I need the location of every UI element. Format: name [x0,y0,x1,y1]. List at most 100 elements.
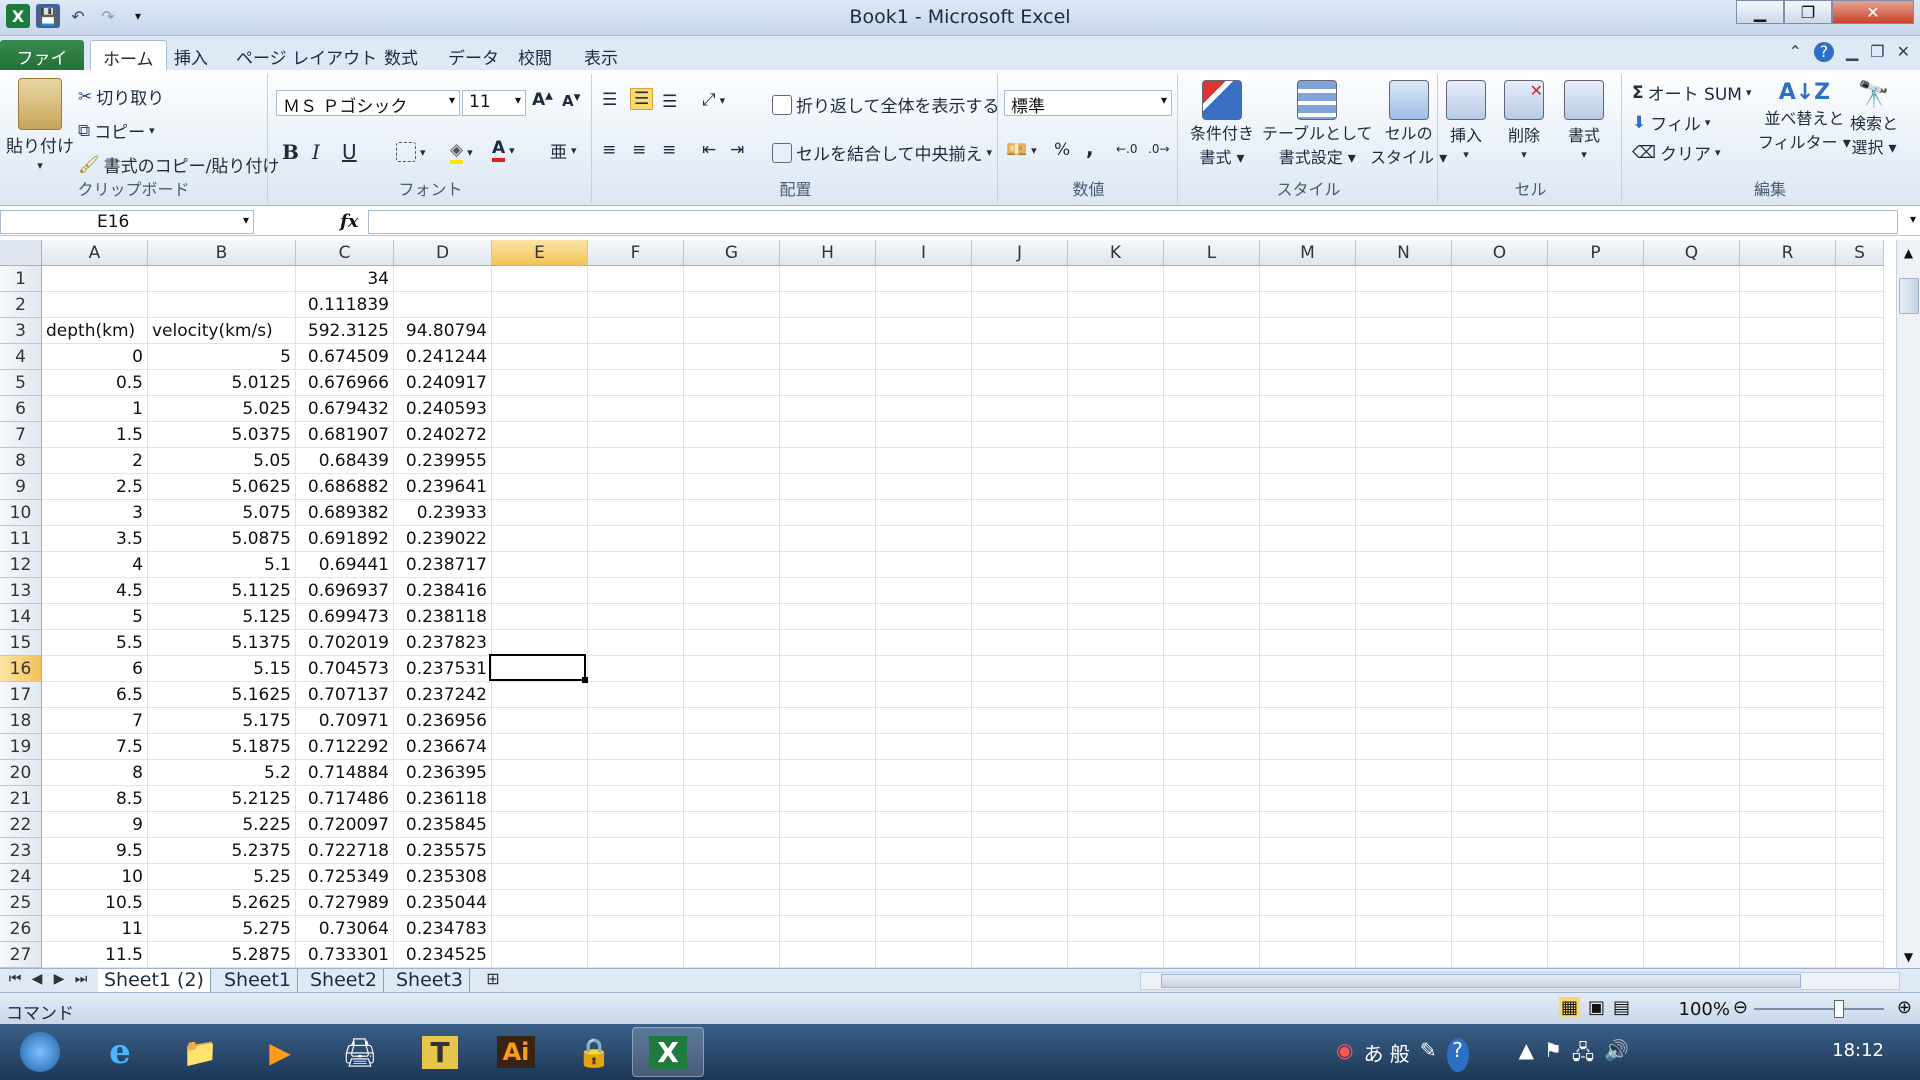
minimize-ribbon-icon[interactable]: ⌃ [1789,42,1802,62]
cell-q8[interactable] [1644,448,1740,474]
cell-d13[interactable]: 0.238416 [394,578,492,604]
cell-l15[interactable] [1164,630,1260,656]
select-all-corner[interactable] [0,240,42,266]
cell-i19[interactable] [876,734,972,760]
cell-d11[interactable]: 0.239022 [394,526,492,552]
cell-o5[interactable] [1452,370,1548,396]
cell-l24[interactable] [1164,864,1260,890]
row-header[interactable]: 9 [0,474,42,500]
cell-r3[interactable] [1740,318,1836,344]
taskbar-security-app[interactable]: 🔒 [558,1027,630,1077]
cell-p11[interactable] [1548,526,1644,552]
cell-h22[interactable] [780,812,876,838]
autosum-button[interactable]: Σ オート SUM ▾ [1632,80,1751,106]
cell-f23[interactable] [588,838,684,864]
cell-c16[interactable]: 0.704573 [296,656,394,682]
cell-h5[interactable] [780,370,876,396]
cell-p7[interactable] [1548,422,1644,448]
cell-o14[interactable] [1452,604,1548,630]
cell-l1[interactable] [1164,266,1260,292]
cell-q19[interactable] [1644,734,1740,760]
cell-o16[interactable] [1452,656,1548,682]
cell-o13[interactable] [1452,578,1548,604]
cell-q17[interactable] [1644,682,1740,708]
font-color-button[interactable]: A ▾ [492,138,515,162]
normal-view-icon[interactable]: ▦ [1558,997,1580,1018]
row-header[interactable]: 27 [0,942,42,968]
tab-home[interactable]: ホーム [90,40,167,70]
cell-l23[interactable] [1164,838,1260,864]
cell-k21[interactable] [1068,786,1164,812]
cell-j6[interactable] [972,396,1068,422]
cell-e15[interactable] [492,630,588,656]
cell-o17[interactable] [1452,682,1548,708]
cell-d21[interactable]: 0.236118 [394,786,492,812]
cell-c8[interactable]: 0.68439 [296,448,394,474]
cell-a23[interactable]: 9.5 [42,838,148,864]
cell-a11[interactable]: 3.5 [42,526,148,552]
cell-m12[interactable] [1260,552,1356,578]
tab-formulas[interactable]: 数式 [372,40,430,70]
cell-g16[interactable] [684,656,780,682]
cell-g23[interactable] [684,838,780,864]
wrap-text-button[interactable]: 折り返して全体を表示する [772,92,1000,117]
cell-a7[interactable]: 1.5 [42,422,148,448]
cell-b19[interactable]: 5.1875 [148,734,296,760]
cell-e22[interactable] [492,812,588,838]
cell-l26[interactable] [1164,916,1260,942]
cell-r7[interactable] [1740,422,1836,448]
cell-o4[interactable] [1452,344,1548,370]
row-header[interactable]: 22 [0,812,42,838]
cell-r26[interactable] [1740,916,1836,942]
cell-m19[interactable] [1260,734,1356,760]
cell-b2[interactable] [148,292,296,318]
cell-j27[interactable] [972,942,1068,968]
cell-k19[interactable] [1068,734,1164,760]
format-as-table-button[interactable]: テーブルとして 書式設定 ▾ [1262,80,1373,168]
cell-o19[interactable] [1452,734,1548,760]
cell-g2[interactable] [684,292,780,318]
cell-l7[interactable] [1164,422,1260,448]
cell-d3[interactable]: 94.80794 [394,318,492,344]
cell-d27[interactable]: 0.234525 [394,942,492,968]
cell-d25[interactable]: 0.235044 [394,890,492,916]
column-header-r[interactable]: R [1740,240,1836,266]
row-header[interactable]: 10 [0,500,42,526]
cell-g1[interactable] [684,266,780,292]
cell-p6[interactable] [1548,396,1644,422]
cell-k12[interactable] [1068,552,1164,578]
cell-a4[interactable]: 0 [42,344,148,370]
cell-h26[interactable] [780,916,876,942]
row-header[interactable]: 3 [0,318,42,344]
cell-k17[interactable] [1068,682,1164,708]
row-header[interactable]: 12 [0,552,42,578]
cell-n15[interactable] [1356,630,1452,656]
cell-m14[interactable] [1260,604,1356,630]
cell-h7[interactable] [780,422,876,448]
cell-n18[interactable] [1356,708,1452,734]
cell-s8[interactable] [1836,448,1884,474]
column-header-d[interactable]: D [394,240,492,266]
cell-j14[interactable] [972,604,1068,630]
cell-e19[interactable] [492,734,588,760]
cell-k9[interactable] [1068,474,1164,500]
cell-i13[interactable] [876,578,972,604]
cell-m25[interactable] [1260,890,1356,916]
formula-input[interactable] [368,210,1898,234]
cell-m1[interactable] [1260,266,1356,292]
cell-d1[interactable] [394,266,492,292]
cell-j17[interactable] [972,682,1068,708]
cell-e25[interactable] [492,890,588,916]
cell-i4[interactable] [876,344,972,370]
cell-h18[interactable] [780,708,876,734]
cell-r11[interactable] [1740,526,1836,552]
horizontal-scrollbar[interactable] [1140,972,1900,990]
cell-d20[interactable]: 0.236395 [394,760,492,786]
cell-j19[interactable] [972,734,1068,760]
cell-q26[interactable] [1644,916,1740,942]
cell-r24[interactable] [1740,864,1836,890]
cell-p3[interactable] [1548,318,1644,344]
cell-a18[interactable]: 7 [42,708,148,734]
row-header[interactable]: 15 [0,630,42,656]
cell-d4[interactable]: 0.241244 [394,344,492,370]
